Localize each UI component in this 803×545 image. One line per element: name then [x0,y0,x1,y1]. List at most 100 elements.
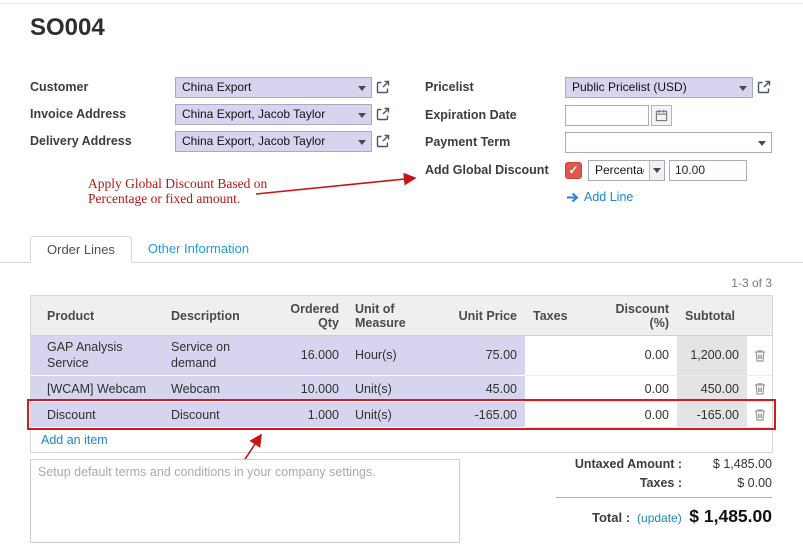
chevron-down-icon [649,161,664,180]
annotation-global-discount: Apply Global Discount Based on Percentag… [88,176,267,206]
discount-type-select[interactable]: Percentage [588,160,665,181]
payment-term-label: Payment Term [425,135,565,149]
cell-price[interactable]: 45.00 [449,376,525,402]
expiration-date-label: Expiration Date [425,108,565,122]
cell-uom[interactable]: Hour(s) [347,336,449,376]
cell-description[interactable]: Webcam [163,376,262,402]
invoice-address-label: Invoice Address [30,107,175,121]
cell-description[interactable]: Service on demand [163,336,262,376]
tab-bar: Order Lines Other Information [0,236,803,263]
external-link-icon[interactable] [757,80,771,94]
header-discount: Discount (%) [585,296,677,335]
taxes-row: Taxes : $ 0.00 [556,476,772,490]
add-an-item-link[interactable]: Add an item [31,428,772,452]
invoice-address-value: China Export, Jacob Taylor [182,107,353,121]
sale-order-form: SO004 Customer China Export Invoice Addr… [0,0,803,545]
update-link[interactable]: (update) [637,511,682,525]
field-pricelist: Pricelist Public Pricelist (USD) [425,76,771,98]
calendar-icon[interactable] [651,105,672,126]
chevron-down-icon [739,86,747,91]
header-product: Product [31,296,163,335]
tab-order-lines-label: Order Lines [47,242,115,257]
chevron-down-icon [358,86,366,91]
chevron-down-icon [358,113,366,118]
delivery-address-select[interactable]: China Export, Jacob Taylor [175,131,372,152]
global-discount-label: Add Global Discount [425,163,565,177]
chevron-down-icon [758,141,766,146]
header-unit-price: Unit Price [449,296,525,335]
cell-taxes[interactable] [525,376,585,402]
terms-textarea[interactable] [30,459,460,543]
cell-qty[interactable]: 16.000 [262,336,347,376]
total-row: Total : (update) $ 1,485.00 [556,506,772,527]
pricelist-value: Public Pricelist (USD) [572,80,734,94]
customer-select[interactable]: China Export [175,77,372,98]
header-description: Description [163,296,262,335]
cell-product[interactable]: [WCAM] Webcam [31,376,163,402]
delivery-address-label: Delivery Address [30,134,175,148]
chevron-down-icon [358,140,366,145]
untaxed-label: Untaxed Amount : [556,457,682,471]
trash-icon[interactable] [747,402,772,427]
customer-value: China Export [182,80,353,94]
cell-uom[interactable]: Unit(s) [347,402,449,428]
discount-amount-input[interactable] [669,160,747,181]
cell-qty[interactable]: 1.000 [262,402,347,428]
annotation-arrow [252,167,427,203]
header-actions [747,296,772,335]
global-discount-checkbox[interactable] [565,162,582,179]
field-delivery-address: Delivery Address China Export, Jacob Tay… [30,130,390,152]
cell-price[interactable]: 75.00 [449,336,525,376]
cell-product[interactable]: GAP Analysis Service [31,336,163,376]
order-lines-table: Product Description Ordered Qty Unit of … [30,295,773,453]
pricelist-select[interactable]: Public Pricelist (USD) [565,77,753,98]
header-ordered-qty: Ordered Qty [262,296,347,335]
external-link-icon[interactable] [376,80,390,94]
annotation-line1: Apply Global Discount Based on [88,176,267,191]
cell-subtotal: 450.00 [677,376,747,402]
tab-other-information[interactable]: Other Information [132,235,265,262]
cell-product[interactable]: Discount [31,402,163,428]
field-global-discount: Add Global Discount Percentage [425,159,747,181]
arrow-right-icon [566,192,579,203]
cell-discount[interactable]: 0.00 [585,336,677,376]
table-row: [WCAM] Webcam Webcam 10.000 Unit(s) 45.0… [31,376,772,402]
cell-taxes[interactable] [525,402,585,428]
cell-discount[interactable]: 0.00 [585,402,677,428]
header-unit-of-measure: Unit of Measure [347,296,449,335]
total-value: $ 1,485.00 [682,506,772,527]
untaxed-value: $ 1,485.00 [682,457,772,471]
pricelist-label: Pricelist [425,80,565,94]
totals-panel: Untaxed Amount : $ 1,485.00 Taxes : $ 0.… [556,457,772,527]
customer-label: Customer [30,80,175,94]
page-title: SO004 [30,14,105,42]
table-header-row: Product Description Ordered Qty Unit of … [31,296,772,336]
field-expiration-date: Expiration Date [425,104,672,126]
cell-subtotal: -165.00 [677,402,747,428]
cell-price[interactable]: -165.00 [449,402,525,428]
header-subtotal: Subtotal [677,296,747,335]
cell-taxes[interactable] [525,336,585,376]
trash-icon[interactable] [747,376,772,401]
taxes-value: $ 0.00 [682,476,772,490]
payment-term-select[interactable] [565,132,772,153]
external-link-icon[interactable] [376,107,390,121]
external-link-icon[interactable] [376,134,390,148]
cell-uom[interactable]: Unit(s) [347,376,449,402]
add-line-label: Add Line [584,190,633,204]
annotation-line2: Percentage or fixed amount. [88,191,267,206]
invoice-address-select[interactable]: China Export, Jacob Taylor [175,104,372,125]
cell-description[interactable]: Discount [163,402,262,428]
table-row: GAP Analysis Service Service on demand 1… [31,336,772,376]
delivery-address-value: China Export, Jacob Taylor [182,134,353,148]
cell-qty[interactable]: 10.000 [262,376,347,402]
tab-order-lines[interactable]: Order Lines [30,236,132,263]
field-customer: Customer China Export [30,76,390,98]
trash-icon[interactable] [747,336,772,375]
expiration-date-input[interactable] [565,105,649,126]
cell-subtotal: 1,200.00 [677,336,747,376]
cell-discount[interactable]: 0.00 [585,376,677,402]
discount-type-value: Percentage [595,163,644,177]
totals-divider [556,497,772,498]
add-line-button[interactable]: Add Line [566,190,633,204]
